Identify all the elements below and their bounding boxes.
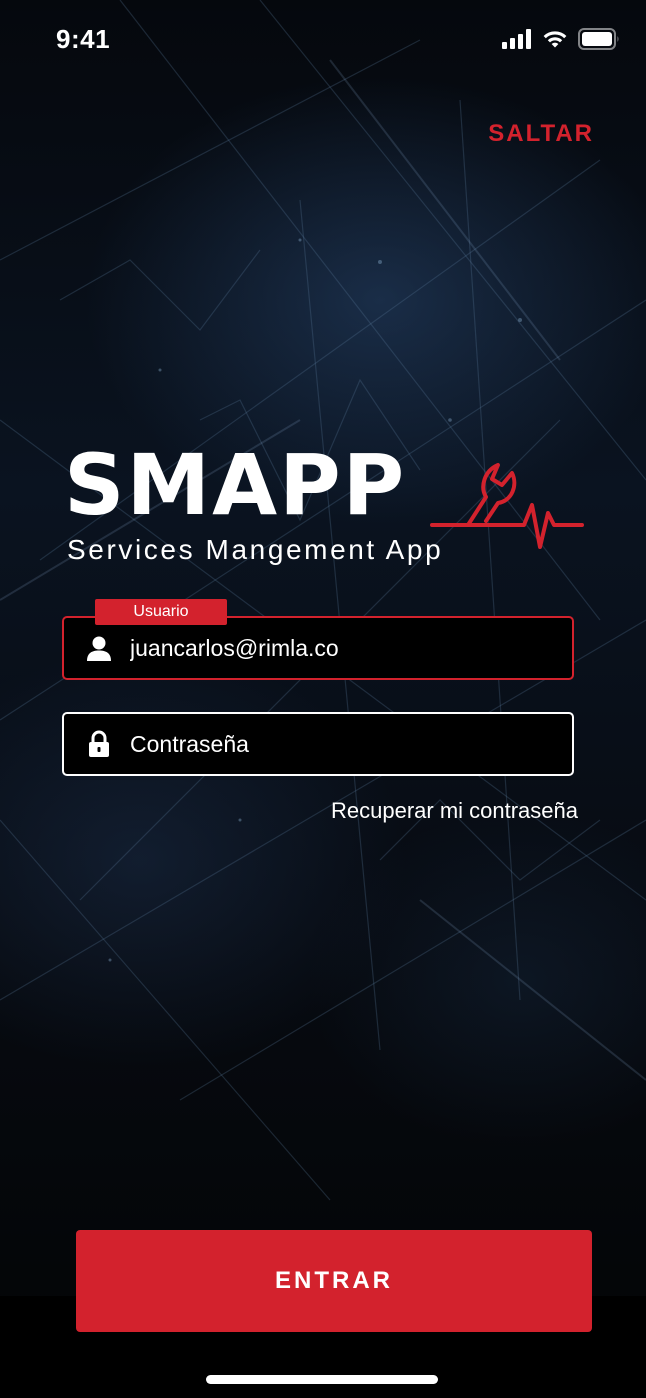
background-network-graphic [0,0,646,1201]
battery-icon [578,28,619,50]
user-icon [86,634,112,662]
cellular-signal-icon [502,29,531,49]
password-input[interactable] [130,730,572,758]
home-indicator [206,1375,438,1384]
logo-tagline: Services Mangement App [67,534,444,565]
status-time: 9:41 [56,24,111,54]
logo-wordmark: SMAPP [64,436,407,534]
login-submit-button[interactable]: ENTRAR [76,1230,592,1332]
username-label-tag: Usuario [95,599,227,625]
login-screen: 9:41 SALTAR SMAPP Services Mangement App [0,0,646,1398]
wrench-heartbeat-icon [430,463,584,549]
username-field[interactable] [62,616,574,680]
recover-password-link[interactable]: Recuperar mi contraseña [331,798,578,824]
lock-icon [86,730,112,758]
password-field[interactable] [62,712,574,776]
skip-button[interactable]: SALTAR [488,120,594,148]
username-input[interactable] [130,634,352,662]
wifi-icon [543,31,567,48]
status-icons [502,28,620,50]
